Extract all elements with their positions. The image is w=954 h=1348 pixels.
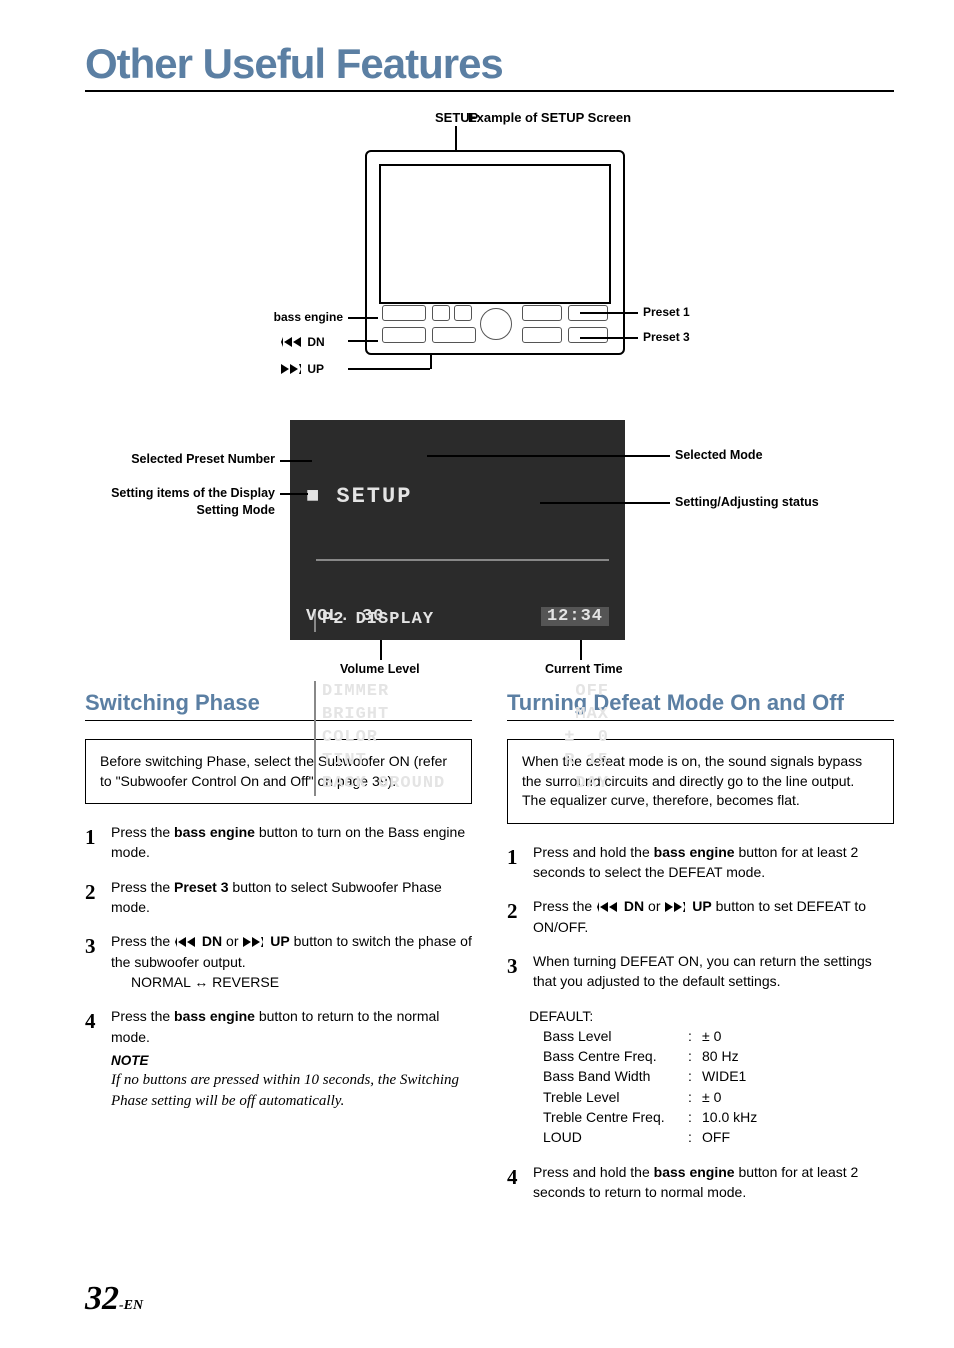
osd-content: ■ SETUP P2 DISPLAY DIMMEROFFBRIGHTMAXCOL… [306,436,609,842]
setup-caption: Example of SETUP Screen [205,110,894,125]
setup-screen: ■ SETUP P2 DISPLAY DIMMEROFFBRIGHTMAXCOL… [290,420,625,640]
callout-line [348,368,430,370]
label-selected-preset: Selected Preset Number [80,452,275,466]
default-row: Bass Level:± 0 [543,1026,894,1046]
callout-line [348,317,378,319]
step-number: 4 [507,1162,533,1203]
next-icon [243,937,265,947]
callout-line [580,640,582,660]
prev-icon [175,937,197,947]
step-number: 4 [85,1006,111,1111]
step-2-left: Press the Preset 3 button to select Subw… [111,877,472,918]
ctrl-knob[interactable] [480,308,512,340]
step-1-right: Press and hold the bass engine button fo… [533,842,894,883]
preset-1-button[interactable] [522,305,562,321]
step-3-left: Press the DN or UP button to switch the … [111,931,472,992]
osd-item-row: DIMMEROFF [322,681,609,704]
callout-line [580,337,638,339]
phase-toggle-line: NORMAL ↔ REVERSE [131,972,472,992]
next-icon [665,902,687,912]
osd-item-row: BRIGHTMAX [322,704,609,727]
dn-label: DN [280,335,325,349]
callout-line [427,455,670,457]
label-time: Current Time [545,662,623,676]
label-volume: Volume Level [340,662,420,676]
step-number: 2 [507,896,533,937]
bass-engine-label: bass engine [248,310,343,324]
step-4-right: Press and hold the bass engine button fo… [533,1162,894,1203]
step-number: 1 [85,822,111,863]
callout-line [380,640,382,660]
osd-time: 12:34 [541,607,609,626]
callout-line [580,312,638,314]
prev-icon [281,337,303,347]
ctrl-small-2 [454,305,472,321]
label-setting-items: Setting items of the Display Setting Mod… [105,485,275,519]
note-label: NOTE [111,1051,472,1071]
osd-item-row: BACK GROUNDDAY [322,773,609,796]
default-row: LOUD:OFF [543,1127,894,1147]
callout-line [540,502,670,504]
step-number: 3 [85,931,111,992]
step-3-right: When turning DEFEAT ON, you can return t… [533,951,894,992]
up-button[interactable] [432,327,476,343]
step-2-right: Press the DN or UP button to set DEFEAT … [533,896,894,937]
note-text: If no buttons are pressed within 10 seco… [111,1070,472,1111]
step-number: 2 [85,877,111,918]
default-row: Bass Band Width:WIDE1 [543,1066,894,1086]
default-row: Bass Centre Freq.:80 Hz [543,1046,894,1066]
label-setting-status: Setting/Adjusting status [675,495,819,509]
preset-4-button[interactable] [568,327,608,343]
setup-screen-area: ■ SETUP P2 DISPLAY DIMMEROFFBRIGHTMAXCOL… [85,420,894,680]
controls-row [382,305,608,343]
device-body [365,150,625,355]
default-row: Treble Centre Freq.:10.0 kHz [543,1107,894,1127]
step-number: 3 [507,951,533,992]
label-selected-mode: Selected Mode [675,448,763,462]
preset3-label: Preset 3 [643,330,690,344]
ctrl-small-1 [432,305,450,321]
prev-icon [597,902,619,912]
bass-engine-button[interactable] [382,305,426,321]
step-4-left: Press the bass engine button to return t… [111,1006,472,1111]
device-screen [379,164,611,304]
callout-line [348,340,378,342]
up-label: UP [280,362,324,376]
osd-item-row: COLOR± 0 [322,727,609,750]
page-title: Other Useful Features [85,40,894,92]
callout-line [280,460,312,462]
callout-line [455,126,457,150]
preset-3-button[interactable] [522,327,562,343]
callout-line [280,493,308,495]
preset1-label: Preset 1 [643,305,690,319]
osd-item-row: TINTR 15 [322,750,609,773]
osd-volume: VOL. 30 [306,607,384,626]
osd-bottom-row: VOL. 30 12:34 [306,607,609,626]
dn-button[interactable] [382,327,426,343]
page-number: 32-EN [85,1280,143,1318]
defaults-block: DEFAULT: Bass Level:± 0Bass Centre Freq.… [533,1006,894,1148]
next-icon [281,364,303,374]
defaults-heading: DEFAULT: [529,1006,894,1026]
default-row: Treble Level:± 0 [543,1087,894,1107]
step-number: 1 [507,842,533,883]
setup-callout-label: SETUP [435,110,478,125]
callout-line [430,355,432,369]
front-panel-diagram: SETUP bass engine DN UP Preset 1 Preset … [85,110,894,410]
